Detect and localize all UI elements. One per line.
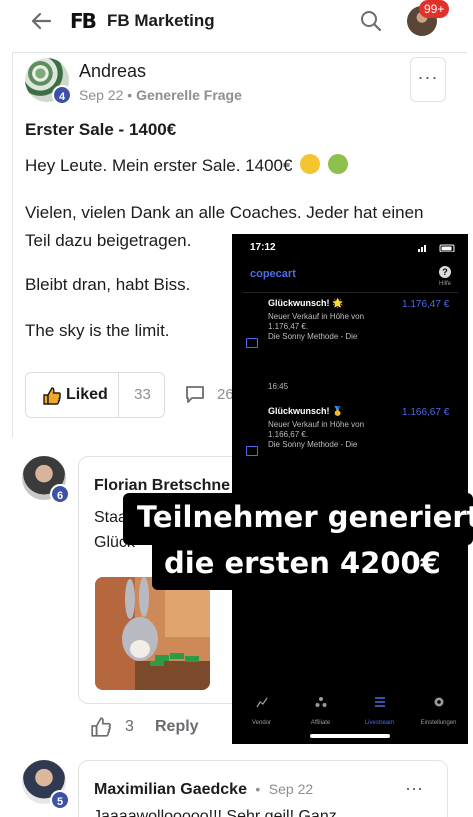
thumbs-up-icon	[43, 387, 61, 405]
comment-gif-image[interactable]	[95, 577, 210, 690]
copecart-logo: copecart	[250, 268, 296, 280]
gear-icon	[434, 697, 443, 707]
tab-affiliate[interactable]: Affiliate	[291, 690, 350, 729]
bugs-bunny-money-image	[95, 577, 210, 690]
list-icon	[374, 697, 385, 707]
caption-line-2: die ersten 4200€	[164, 546, 441, 580]
copecart-screenshot-overlay: 17:12 copecart ? Hilfe Glückwunsch! 🌟 1.…	[232, 234, 468, 744]
reply-button[interactable]: Reply	[155, 718, 199, 736]
sale-icon	[246, 446, 258, 456]
phone-time: 17:12	[250, 242, 276, 253]
phone-status-icons	[418, 244, 455, 252]
comment-like-count: 3	[125, 718, 134, 735]
liked-button[interactable]: Liked 33	[25, 372, 165, 418]
divider	[242, 292, 458, 293]
comment-icon[interactable]	[184, 384, 206, 404]
help-icon: ?	[439, 266, 451, 278]
money-mouth-emoji-icon	[327, 154, 348, 174]
tab-vendor[interactable]: Vendor	[232, 690, 291, 729]
home-indicator	[310, 734, 390, 738]
tab-livestream[interactable]: Livestream	[350, 690, 409, 729]
group-title[interactable]: FB Marketing	[107, 11, 215, 31]
like-count[interactable]: 33	[118, 373, 166, 417]
notification-badge: 99+	[419, 0, 450, 18]
comment-more-button[interactable]: ···	[405, 778, 423, 799]
timeline-time: 16:45	[268, 382, 289, 391]
back-arrow-icon[interactable]	[30, 10, 52, 32]
level-badge: 4	[52, 85, 72, 105]
post-date: Sep 22	[79, 87, 124, 103]
top-bar: FB FB Marketing 99+	[0, 0, 473, 44]
liked-label: Liked	[66, 386, 108, 403]
phone-tab-bar: Vendor Affiliate Livestream Einstellunge…	[232, 690, 468, 730]
chart-icon	[255, 697, 268, 708]
level-badge: 6	[50, 484, 70, 504]
caption-line-1: Teilnehmer generiert	[137, 500, 473, 534]
network-icon	[315, 697, 326, 707]
comment-separator: •	[255, 781, 261, 797]
comment-text: Jaaaawollooooo!!! Sehr geil! Ganz	[93, 808, 337, 817]
comment-author[interactable]: Maximilian Gaedcke • Sep 22	[94, 781, 313, 799]
post-paragraph: Vielen, vielen Dank an alle Coaches. Jed…	[25, 203, 424, 222]
post-author[interactable]: Andreas	[79, 61, 146, 82]
help-button[interactable]: ? Hilfe	[432, 262, 458, 287]
grinning-emoji-icon	[300, 154, 321, 174]
level-badge: 5	[50, 790, 70, 810]
post-paragraph: Hey Leute. Mein erster Sale. 1400€	[25, 151, 455, 180]
sale-icon	[246, 338, 258, 348]
post-title: Erster Sale - 1400€	[25, 120, 177, 139]
post-category[interactable]: Generelle Frage	[136, 87, 242, 103]
meta-separator: •	[127, 87, 133, 103]
like-comment-icon[interactable]	[90, 716, 112, 738]
search-icon[interactable]	[360, 10, 382, 32]
comment-date: Sep 22	[268, 781, 314, 797]
group-logo: FB	[70, 9, 97, 33]
tab-einstellungen[interactable]: Einstellungen	[409, 690, 468, 729]
more-options-button[interactable]: ···	[410, 57, 446, 102]
post-meta: Sep 22 • Generelle Frage	[79, 87, 242, 103]
